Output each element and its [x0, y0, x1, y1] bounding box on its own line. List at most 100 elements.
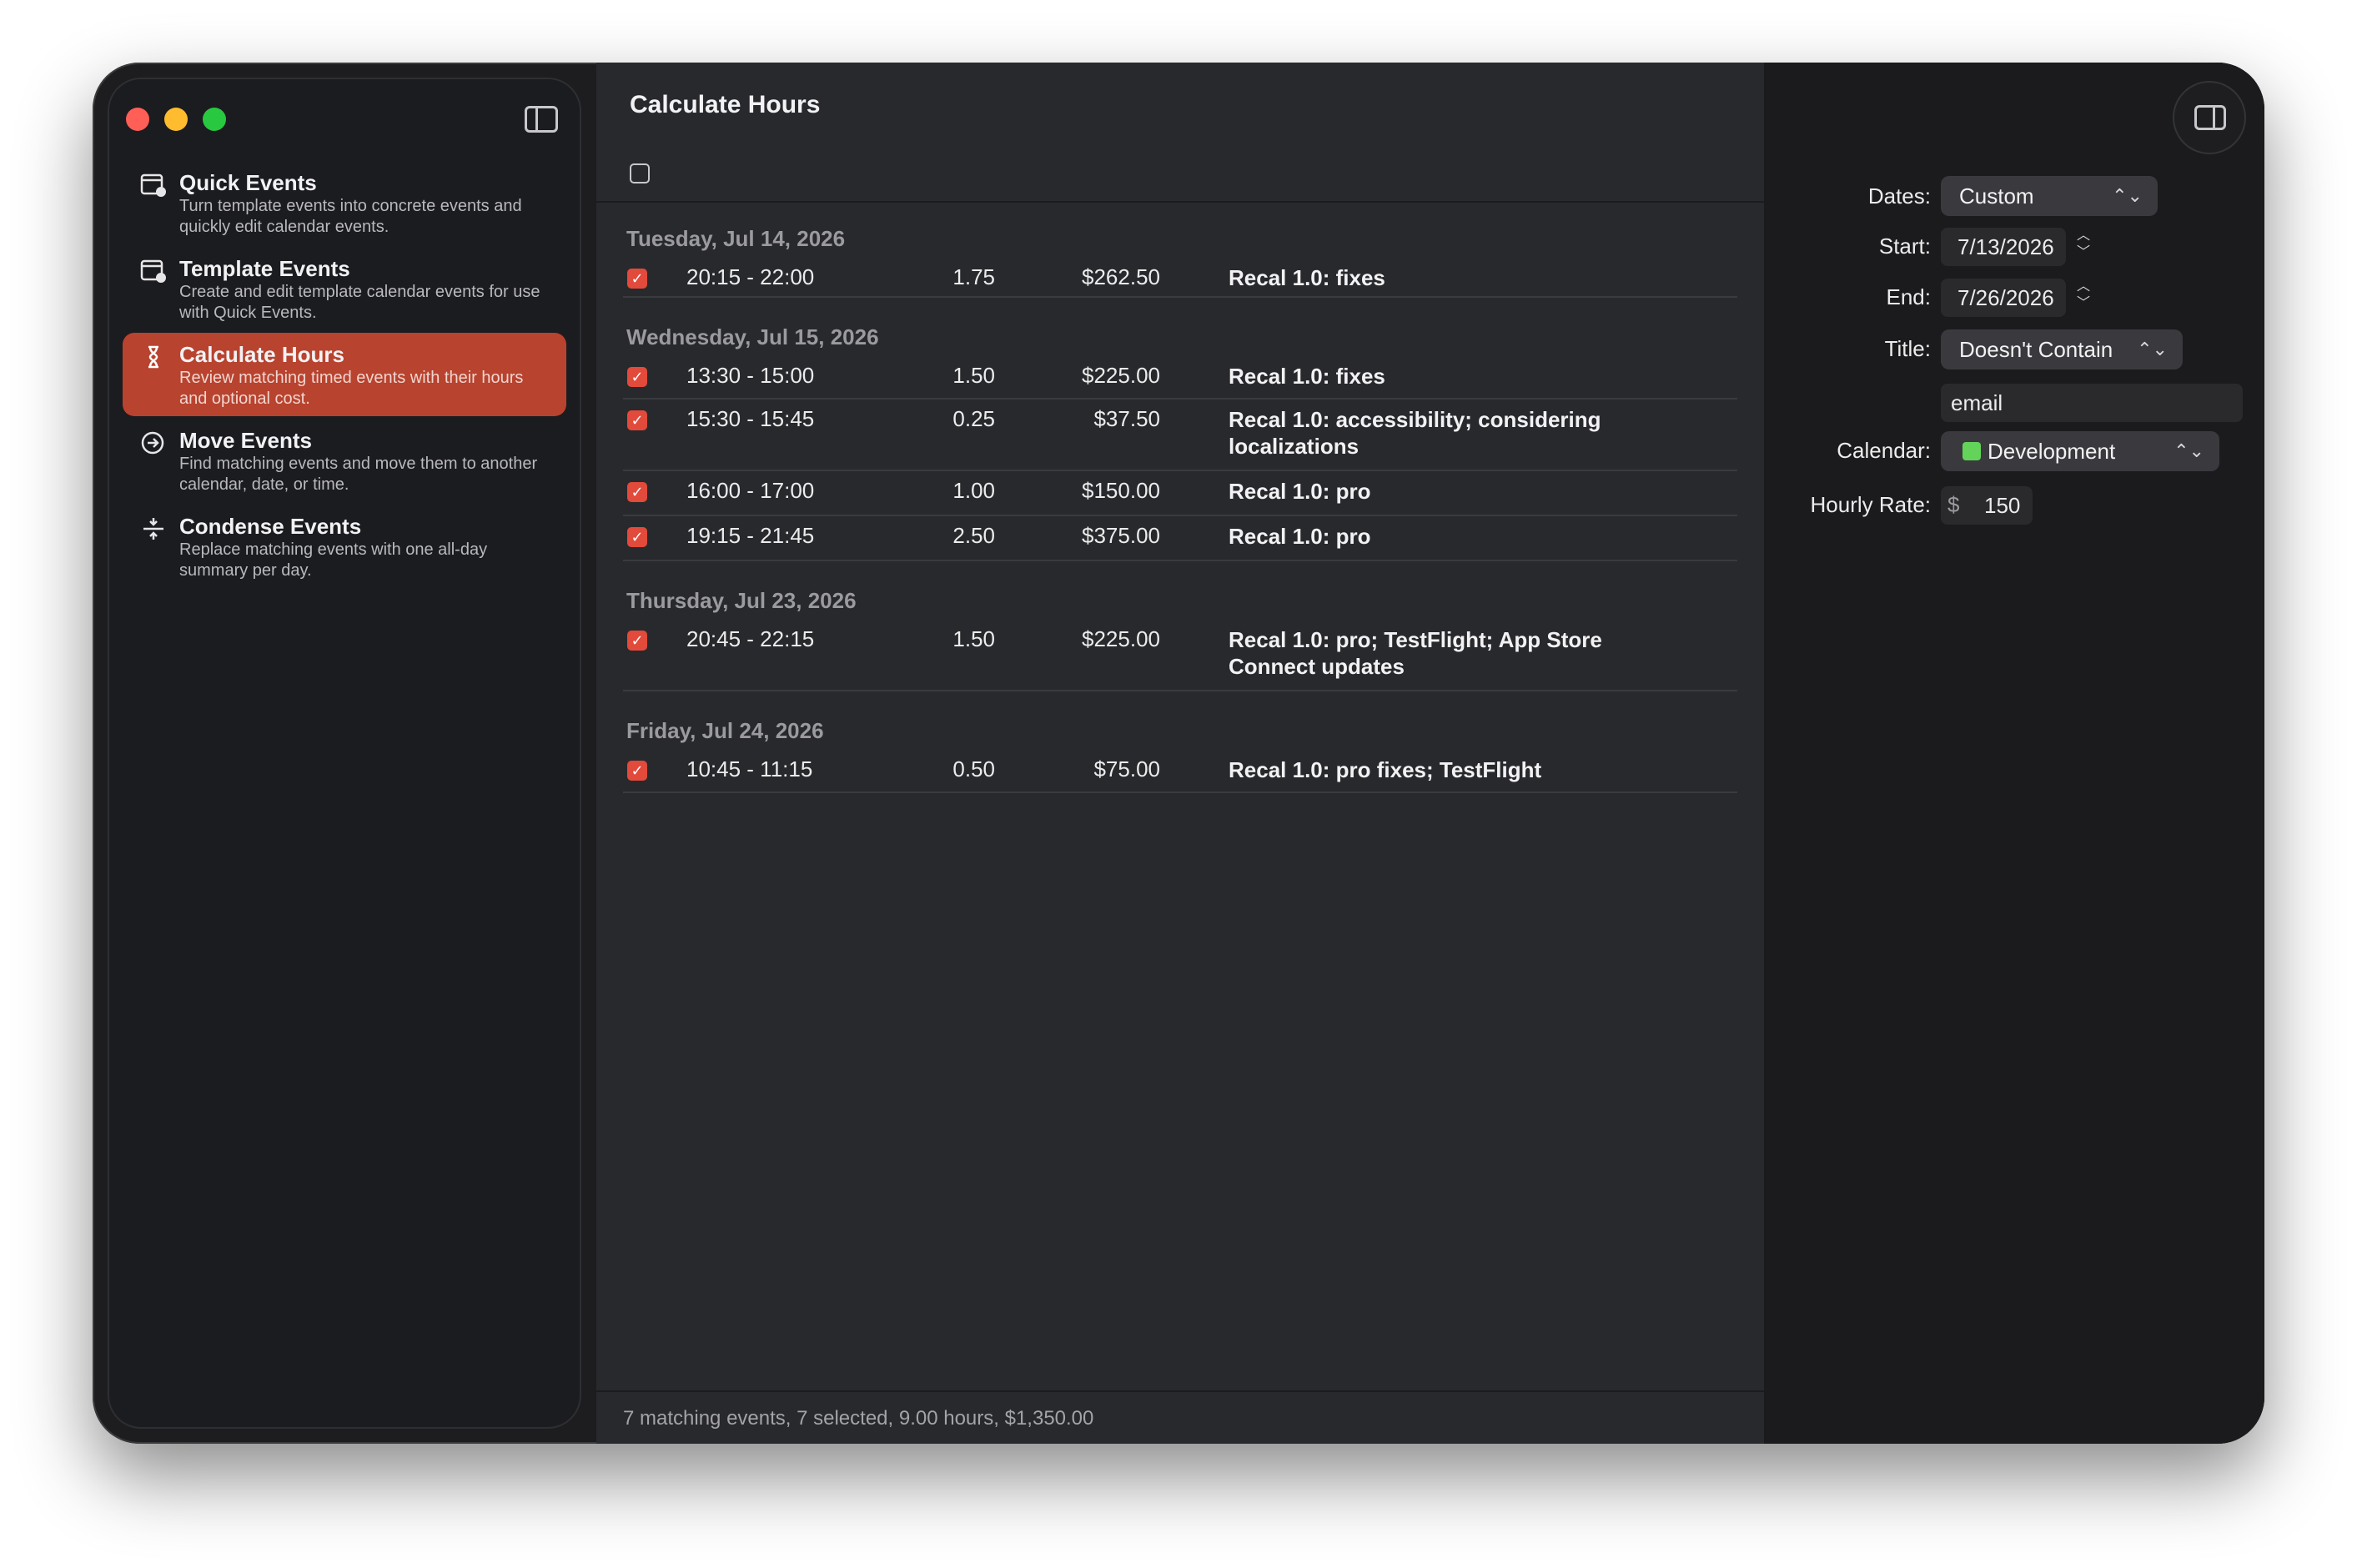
row-checkbox[interactable]: ✓ [627, 482, 647, 502]
chevron-updown-icon: ⌃⌄ [2137, 339, 2168, 359]
row-cost: $37.50 [1093, 406, 1160, 431]
row-checkbox[interactable]: ✓ [627, 410, 647, 430]
start-date-field[interactable]: 7/13/2026 [1941, 228, 2066, 266]
table-row[interactable]: ✓ 10:45 - 11:15 0.50 $75.00 Recal 1.0: p… [623, 750, 1737, 793]
main-panel: Calculate Hours Tuesday, Jul 14, 2026 ✓ … [596, 63, 1764, 1444]
row-hours: 1.50 [952, 363, 995, 388]
app-window: Quick Events Turn template events into c… [93, 63, 2264, 1444]
divider [596, 1390, 1764, 1392]
status-summary: 7 matching events, 7 selected, 9.00 hour… [623, 1407, 1094, 1430]
calendar-color-swatch [1962, 442, 1981, 460]
sidebar-item-condense-events[interactable]: Condense Events Replace matching events … [123, 505, 566, 588]
hourly-rate-label: Hourly Rate: [1810, 492, 1932, 517]
row-time: 15:30 - 15:45 [686, 406, 815, 431]
calendar-popup[interactable]: Development ⌃⌄ [1941, 431, 2219, 471]
page-title: Calculate Hours [630, 91, 821, 118]
sidebar-item-calculate-hours[interactable]: Calculate Hours Review matching timed ev… [123, 333, 566, 416]
row-cost: $75.00 [1093, 756, 1160, 781]
dates-value: Custom [1959, 183, 2034, 209]
row-title: Recal 1.0: pro fixes; TestFlight [1229, 757, 1542, 782]
calendar-label: Calendar: [1837, 438, 1931, 463]
table-row[interactable]: ✓ 13:30 - 15:00 1.50 $225.00 Recal 1.0: … [623, 356, 1737, 400]
calendar-badge-icon [139, 259, 168, 285]
calendar-badge-icon [139, 173, 168, 199]
row-time: 19:15 - 21:45 [686, 523, 815, 548]
dates-popup[interactable]: Custom ⌃⌄ [1941, 176, 2158, 216]
row-hours: 0.50 [952, 756, 995, 781]
inspector-toggle-button[interactable] [2173, 81, 2246, 154]
sidebar-item-quick-events[interactable]: Quick Events Turn template events into c… [123, 161, 566, 244]
zoom-window-button[interactable] [203, 108, 226, 131]
sidebar-item-title: Calculate Hours [179, 342, 344, 367]
sidebar-item-move-events[interactable]: Move Events Find matching events and mov… [123, 419, 566, 502]
sidebar-item-title: Quick Events [179, 170, 317, 195]
row-cost: $225.00 [1082, 626, 1160, 651]
date-header: Tuesday, Jul 14, 2026 [626, 226, 846, 251]
row-cost: $225.00 [1082, 363, 1160, 388]
sidebar-item-desc: Turn template events into concrete event… [179, 197, 522, 236]
close-window-button[interactable] [126, 108, 149, 131]
select-all-checkbox[interactable] [630, 163, 650, 183]
date-header: Thursday, Jul 23, 2026 [626, 588, 857, 613]
row-checkbox[interactable]: ✓ [627, 269, 647, 289]
title-filter-input[interactable]: email [1941, 384, 2243, 422]
window-controls [126, 108, 226, 131]
sidebar-toggle-icon[interactable] [525, 106, 558, 133]
date-header: Friday, Jul 24, 2026 [626, 718, 824, 743]
minimize-window-button[interactable] [164, 108, 188, 131]
chevron-updown-icon: ⌃⌄ [2112, 185, 2143, 206]
row-title: Recal 1.0: pro [1229, 479, 1371, 504]
row-hours: 0.25 [952, 406, 995, 431]
row-checkbox[interactable]: ✓ [627, 761, 647, 781]
row-hours: 1.50 [952, 626, 995, 651]
sidebar-item-desc: Review matching timed events with their … [179, 369, 524, 408]
divider [596, 201, 1764, 203]
row-cost: $262.50 [1082, 264, 1160, 289]
currency-symbol: $ [1947, 492, 1960, 517]
end-label: End: [1886, 284, 1932, 309]
title-mode-value: Doesn't Contain [1959, 337, 2113, 362]
row-checkbox[interactable]: ✓ [627, 631, 647, 651]
table-row[interactable]: ✓ 19:15 - 21:45 2.50 $375.00 Recal 1.0: … [623, 516, 1737, 561]
sidebar: Quick Events Turn template events into c… [108, 78, 581, 1429]
end-date-stepper[interactable]: ︿ ﹀ [2074, 279, 2093, 315]
chevron-updown-icon: ⌃⌄ [2174, 440, 2204, 461]
date-header: Wednesday, Jul 15, 2026 [626, 324, 879, 349]
sidebar-item-title: Move Events [179, 428, 312, 453]
row-time: 10:45 - 11:15 [686, 756, 813, 781]
row-time: 13:30 - 15:00 [686, 363, 815, 388]
row-hours: 1.75 [952, 264, 995, 289]
title-mode-popup[interactable]: Doesn't Contain ⌃⌄ [1941, 329, 2183, 369]
row-time: 16:00 - 17:00 [686, 478, 815, 503]
row-checkbox[interactable]: ✓ [627, 367, 647, 387]
start-date-stepper[interactable]: ︿ ﹀ [2074, 228, 2093, 264]
table-row[interactable]: ✓ 16:00 - 17:00 1.00 $150.00 Recal 1.0: … [623, 471, 1737, 516]
sidebar-item-title: Template Events [179, 256, 350, 281]
row-hours: 1.00 [952, 478, 995, 503]
end-date-field[interactable]: 7/26/2026 [1941, 279, 2066, 317]
row-checkbox[interactable]: ✓ [627, 527, 647, 547]
table-row[interactable]: ✓ 20:45 - 22:15 1.50 $225.00 Recal 1.0: … [623, 620, 1737, 691]
sidebar-item-template-events[interactable]: Template Events Create and edit template… [123, 247, 566, 330]
row-title: Recal 1.0: pro; TestFlight; App Store Co… [1229, 627, 1602, 679]
row-title: Recal 1.0: pro [1229, 524, 1371, 549]
row-title: Recal 1.0: fixes [1229, 265, 1385, 290]
table-row[interactable]: ✓ 20:15 - 22:00 1.75 $262.50 Recal 1.0: … [623, 258, 1737, 298]
row-time: 20:45 - 22:15 [686, 626, 815, 651]
row-cost: $150.00 [1082, 478, 1160, 503]
sidebar-item-title: Condense Events [179, 514, 362, 539]
sidebar-item-desc: Find matching events and move them to an… [179, 455, 538, 494]
row-title: Recal 1.0: fixes [1229, 364, 1385, 389]
hourglass-icon [139, 344, 168, 371]
table-row[interactable]: ✓ 15:30 - 15:45 0.25 $37.50 Recal 1.0: a… [623, 400, 1737, 471]
inspector-toggle-icon [2194, 105, 2226, 130]
inspector-panel: Dates: Custom ⌃⌄ Start: 7/13/2026 ︿ ﹀ End… [1764, 63, 2264, 1444]
row-title: Recal 1.0: accessibility; considering lo… [1229, 407, 1601, 459]
sidebar-item-desc: Replace matching events with one all-day… [179, 540, 488, 580]
start-label: Start: [1878, 234, 1931, 259]
sidebar-nav: Quick Events Turn template events into c… [123, 161, 566, 591]
row-time: 20:15 - 22:00 [686, 264, 815, 289]
arrow-circle-icon [139, 430, 168, 457]
title-label: Title: [1884, 336, 1931, 361]
dates-label: Dates: [1867, 183, 1931, 209]
